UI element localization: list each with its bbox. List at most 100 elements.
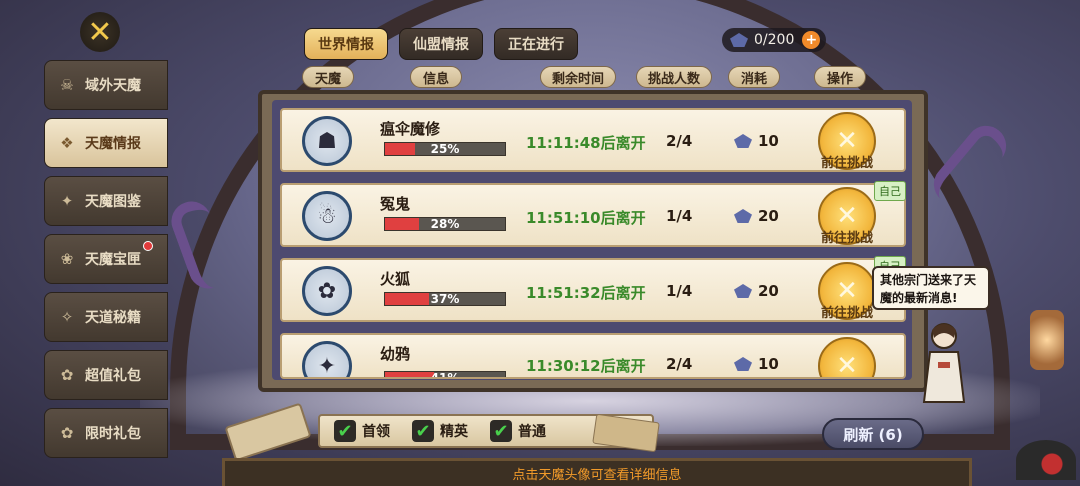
sidebar-item-limited-pack[interactable]: ✿ 限时礼包 <box>44 408 168 458</box>
speech-bubble: 其他宗门送来了天魔的最新消息! <box>872 266 990 310</box>
header-action: 操作 <box>814 66 866 88</box>
filter-label: 普通 <box>518 424 546 440</box>
gift-icon: ✿ <box>60 366 74 384</box>
gem-icon <box>734 134 752 148</box>
gem-icon <box>734 284 752 298</box>
challenger-count: 1/4 <box>666 282 693 300</box>
sidebar-item-label: 天魔宝匣 <box>85 252 141 268</box>
character-sprite <box>922 323 966 403</box>
cost: 10 <box>734 355 779 373</box>
cost-value: 20 <box>758 207 779 225</box>
sidebar-item-heaven-manual[interactable]: ✧ 天道秘籍 <box>44 292 168 342</box>
tab-world-intel[interactable]: 世界情报 <box>304 28 388 60</box>
ghost-avatar[interactable]: ☃ <box>302 191 352 241</box>
filter-label: 精英 <box>440 424 468 440</box>
add-currency-button[interactable]: + <box>802 31 821 49</box>
crossed-swords-icon: ✕ <box>836 351 858 379</box>
fan-decoration <box>1016 440 1076 480</box>
cost-value: 10 <box>758 355 779 373</box>
hp-text: 41% <box>430 371 460 379</box>
hp-bar: 25% <box>384 142 506 156</box>
sidebar-item-label: 天魔情报 <box>85 136 141 152</box>
filter-label: 首领 <box>362 424 390 440</box>
tab-in-progress[interactable]: 正在进行 <box>494 28 578 60</box>
table-row: ☃ 冤鬼 28% 11:51:10后离开 1/4 20 ✕ 前往挑战 自己 <box>280 181 906 247</box>
tab-label: 仙盟情报 <box>413 37 469 53</box>
header-challengers: 挑战人数 <box>636 66 712 88</box>
sidebar-item-demon-codex[interactable]: ✦ 天魔图鉴 <box>44 176 168 226</box>
hp-text: 37% <box>430 292 460 306</box>
sidebar: ☠ 域外天魔 ❖ 天魔情报 ✦ 天魔图鉴 ❀ 天魔宝匣 ✧ 天道秘籍 ✿ 超值礼… <box>44 60 170 466</box>
hint-text: 点击天魔头像可查看详细信息 <box>512 468 682 483</box>
challenger-count: 2/4 <box>666 132 693 150</box>
tab-label: 正在进行 <box>508 37 564 53</box>
sidebar-item-label: 天道秘籍 <box>85 310 141 326</box>
header-label: 挑战人数 <box>647 71 700 87</box>
filter-elite[interactable]: ✔ 精英 <box>412 420 468 442</box>
table-row: ✿ 火狐 37% 11:51:32后离开 1/4 20 ✕ 前往挑战 自己 <box>280 256 906 322</box>
hp-bar: 41% <box>384 371 506 379</box>
demon-icon: ☠ <box>60 76 74 94</box>
header-cost: 消耗 <box>728 66 780 88</box>
tab-alliance-intel[interactable]: 仙盟情报 <box>399 28 483 60</box>
challenge-label: 前往挑战 <box>820 156 873 171</box>
sidebar-item-demon-intel[interactable]: ❖ 天魔情报 <box>44 118 168 168</box>
demon-name: 幼鸦 <box>380 345 411 363</box>
remaining-time: 11:51:32后离开 <box>526 284 646 302</box>
header-time: 剩余时间 <box>540 66 616 88</box>
header-label: 信息 <box>422 71 449 87</box>
table-row: ✦ 幼鸦 41% 11:30:12后离开 2/4 10 ✕ <box>280 333 906 379</box>
remaining-time: 11:51:10后离开 <box>526 209 646 227</box>
hp-bar: 37% <box>384 292 506 306</box>
filter-boss[interactable]: ✔ 首领 <box>334 420 390 442</box>
lantern-decoration <box>1030 310 1064 370</box>
sidebar-item-label: 限时礼包 <box>85 426 141 442</box>
table-row: ☗ 瘟伞魔修 25% 11:11:48后离开 2/4 10 ✕ 前往挑战 <box>280 108 906 172</box>
header-label: 操作 <box>826 71 853 87</box>
cost: 20 <box>734 207 779 225</box>
book-icon: ✦ <box>60 192 74 210</box>
challenge-button[interactable]: ✕ <box>818 337 876 379</box>
speech-text: 其他宗门送来了天魔的最新消息! <box>880 273 977 305</box>
filter-normal[interactable]: ✔ 普通 <box>490 420 546 442</box>
demon-name: 瘟伞魔修 <box>380 120 441 138</box>
challenge-label: 前往挑战 <box>820 231 873 246</box>
hint-bar: 点击天魔头像可查看详细信息 <box>222 458 972 486</box>
hp-bar: 28% <box>384 217 506 231</box>
refresh-button[interactable]: 刷新 (6) <box>822 418 924 450</box>
cost: 10 <box>734 132 779 150</box>
challenger-count: 2/4 <box>666 355 693 373</box>
header-label: 剩余时间 <box>551 71 604 87</box>
cost: 20 <box>734 282 779 300</box>
sidebar-item-demon-chest[interactable]: ❀ 天魔宝匣 <box>44 234 168 284</box>
header-demon: 天魔 <box>302 66 354 88</box>
currency-display: 0/200 + <box>722 28 826 52</box>
masked-cultivator-avatar[interactable]: ☗ <box>302 116 352 166</box>
checkmark-icon: ✔ <box>412 420 434 442</box>
remaining-time: 11:11:48后离开 <box>526 134 646 152</box>
notification-dot <box>143 241 153 251</box>
sidebar-item-label: 域外天魔 <box>85 78 141 94</box>
gift-icon: ✿ <box>60 424 74 442</box>
header-label: 消耗 <box>740 71 767 87</box>
self-tag: 自己 <box>874 181 906 201</box>
sidebar-item-domain-demon[interactable]: ☠ 域外天魔 <box>44 60 168 110</box>
gem-icon <box>730 33 748 47</box>
gem-icon <box>734 209 752 223</box>
cost-value: 20 <box>758 282 779 300</box>
challenge-label: 前往挑战 <box>820 306 873 321</box>
close-button[interactable]: ✕ <box>80 12 120 52</box>
scroll-icon: ❖ <box>60 134 74 152</box>
currency-value: 0/200 <box>754 32 795 48</box>
header-info: 信息 <box>410 66 462 88</box>
gem-icon <box>734 357 752 371</box>
crow-avatar[interactable]: ✦ <box>302 341 352 377</box>
refresh-label: 刷新 (6) <box>843 425 903 444</box>
fox-avatar[interactable]: ✿ <box>302 266 352 316</box>
demon-name: 冤鬼 <box>380 195 411 213</box>
manual-icon: ✧ <box>60 308 74 326</box>
challenger-count: 1/4 <box>666 207 693 225</box>
close-x-icon: ✕ <box>87 14 113 50</box>
sidebar-item-value-pack[interactable]: ✿ 超值礼包 <box>44 350 168 400</box>
sidebar-item-label: 天魔图鉴 <box>85 194 141 210</box>
